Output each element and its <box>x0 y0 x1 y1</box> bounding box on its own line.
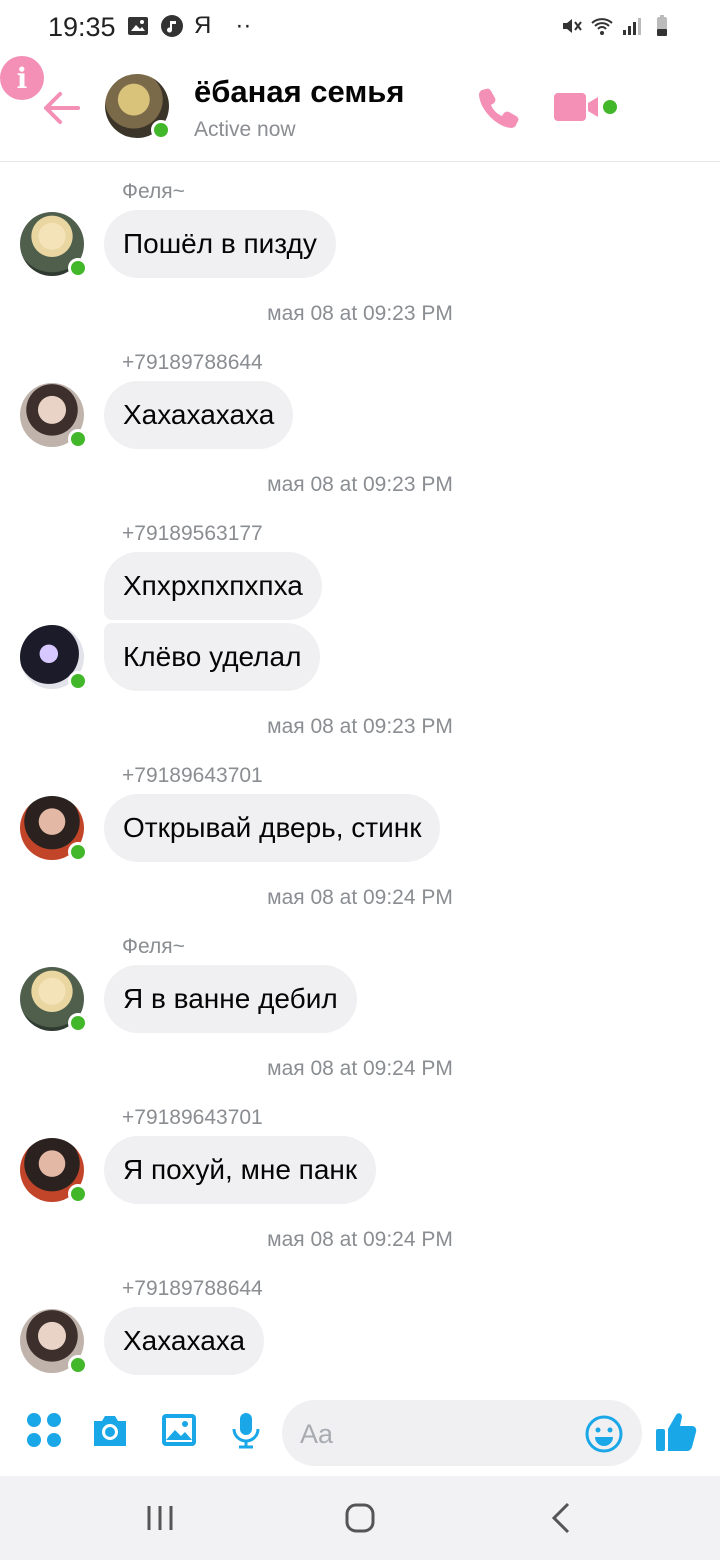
message-list: Феля~ Пошёл в пизду мая 08 at 09:23 PM +… <box>0 162 720 1390</box>
avatar[interactable] <box>20 625 88 691</box>
avatar[interactable] <box>20 967 88 1033</box>
avatar[interactable] <box>20 1138 88 1204</box>
message-bubble[interactable]: Хахахахаха <box>104 381 294 449</box>
more-notifications: ·· <box>235 12 252 39</box>
camera-icon[interactable] <box>90 1410 130 1450</box>
message-input[interactable]: Aa <box>282 1400 642 1466</box>
active-status: Active now <box>194 118 296 141</box>
message-bubble[interactable]: Хпхрхпхпхпха <box>104 552 322 620</box>
info-icon[interactable]: i <box>0 56 44 100</box>
back-arrow-icon[interactable] <box>40 86 80 130</box>
battery-icon <box>657 15 667 36</box>
online-indicator <box>68 429 88 449</box>
online-indicator <box>68 842 88 862</box>
avatar[interactable] <box>20 383 88 449</box>
keyboard-indicator: Я <box>194 12 212 39</box>
online-indicator <box>68 1355 88 1375</box>
home-icon[interactable] <box>340 1498 380 1538</box>
sender-name: +79189563177 <box>122 522 263 545</box>
wifi-icon <box>591 18 613 35</box>
avatar[interactable] <box>20 1309 88 1375</box>
message-bubble[interactable]: Клёво уделал <box>104 623 321 691</box>
status-bar: 19:35 Я ·· <box>0 0 720 56</box>
message-bubble[interactable]: Пошёл в пизду <box>104 210 336 278</box>
phone-call-icon[interactable] <box>477 84 523 130</box>
chat-title[interactable]: ёбаная семья <box>194 74 404 110</box>
sender-name: +79189788644 <box>122 1277 263 1300</box>
sender-name: +79189643701 <box>122 764 263 787</box>
music-icon <box>161 15 183 37</box>
group-avatar[interactable] <box>105 74 171 140</box>
system-navigation-bar <box>0 1476 720 1560</box>
message-timestamp: мая 08 at 09:24 PM <box>267 886 453 909</box>
avatar[interactable] <box>20 796 88 862</box>
microphone-icon[interactable] <box>226 1410 266 1450</box>
sender-name: +79189643701 <box>122 1106 263 1129</box>
message-bubble[interactable]: Я похуй, мне панк <box>104 1136 377 1204</box>
sender-name: Феля~ <box>122 180 185 203</box>
notification-icons: Я ·· <box>126 14 251 38</box>
online-indicator <box>68 1013 88 1033</box>
online-indicator <box>68 1184 88 1204</box>
message-timestamp: мая 08 at 09:24 PM <box>267 1057 453 1080</box>
message-composer: Aa <box>0 1390 720 1476</box>
message-timestamp: мая 08 at 09:23 PM <box>267 302 453 325</box>
online-indicator <box>151 120 171 140</box>
message-input-placeholder: Aa <box>300 1419 334 1449</box>
sender-name: +79189788644 <box>122 351 263 374</box>
mute-icon <box>563 19 582 33</box>
online-indicator <box>68 671 88 691</box>
emoji-icon[interactable] <box>584 1414 624 1454</box>
online-indicator <box>68 258 88 278</box>
apps-grid-icon[interactable] <box>24 1410 64 1450</box>
signal-icon <box>623 18 641 35</box>
recent-apps-icon[interactable] <box>140 1498 180 1538</box>
system-icons <box>560 14 674 38</box>
system-back-icon[interactable] <box>542 1498 582 1538</box>
message-timestamp: мая 08 at 09:23 PM <box>267 473 453 496</box>
gallery-icon <box>128 17 148 35</box>
status-time: 19:35 <box>48 12 116 42</box>
message-timestamp: мая 08 at 09:24 PM <box>267 1228 453 1251</box>
video-call-icon[interactable] <box>552 84 618 130</box>
chat-header: ёбаная семья Active now i <box>0 56 720 162</box>
message-bubble[interactable]: Я в ванне дебил <box>104 965 357 1033</box>
thumbs-up-icon[interactable] <box>652 1408 700 1456</box>
gallery-icon[interactable] <box>159 1410 199 1450</box>
sender-name: Феля~ <box>122 935 185 958</box>
avatar[interactable] <box>20 212 88 278</box>
message-timestamp: мая 08 at 09:23 PM <box>267 715 453 738</box>
message-bubble[interactable]: Хахахаха <box>104 1307 265 1375</box>
message-bubble[interactable]: Открывай дверь, стинк <box>104 794 441 862</box>
